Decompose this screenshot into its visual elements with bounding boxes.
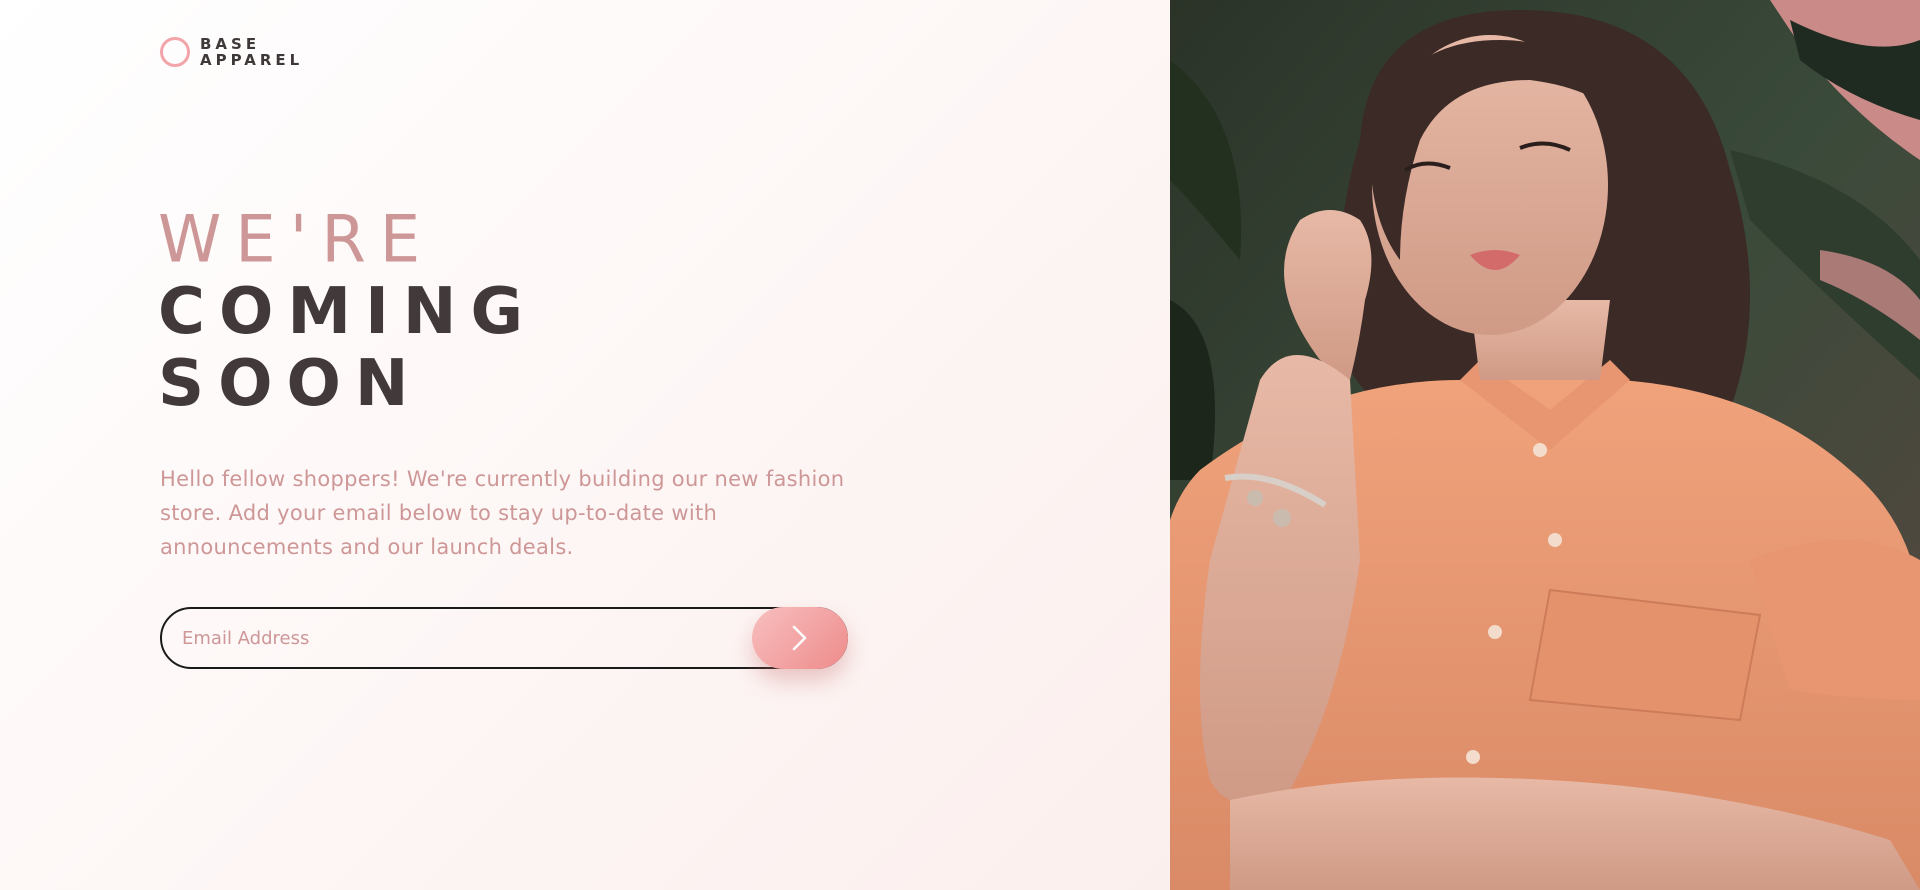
- intro-text: Hello fellow shoppers! We're currently b…: [160, 467, 845, 559]
- title-line-1: WE'RE: [158, 202, 435, 278]
- logo-ring-icon: [160, 37, 190, 67]
- logo-line-2: APPAREL: [200, 51, 304, 69]
- content-panel: BASE APPAREL WE'RE COMING SOON Hello fel…: [0, 0, 1170, 890]
- model-photo-icon: [1170, 0, 1920, 890]
- logo-text: BASE APPAREL: [200, 36, 303, 68]
- chevron-right-icon: [792, 625, 807, 651]
- email-placeholder: Email Address: [182, 627, 310, 649]
- title-line-2: COMING: [158, 275, 537, 349]
- logo[interactable]: BASE APPAREL: [160, 36, 303, 68]
- subscribe-form: Email Address: [160, 607, 848, 669]
- page-title: WE'RE COMING SOON: [158, 202, 537, 421]
- email-input[interactable]: Email Address: [160, 607, 848, 669]
- hero-image: [1170, 0, 1920, 890]
- title-line-3: SOON: [158, 347, 423, 421]
- logo-line-1: BASE: [200, 35, 261, 53]
- submit-button[interactable]: [752, 607, 848, 669]
